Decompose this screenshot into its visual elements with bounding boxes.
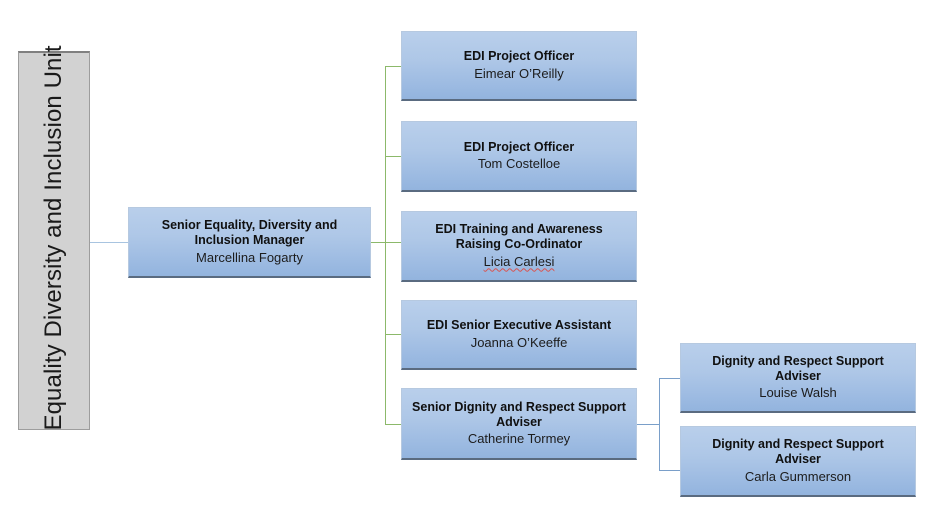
node-manager[interactable]: Senior Equality, Diversity and Inclusion… [128,207,371,278]
node-report-3-person: Licia Carlesi [483,253,555,269]
node-report-1[interactable]: EDI Project Officer Eimear O’Reilly [401,31,637,101]
unit-title-bar[interactable]: Equality Diversity and Inclusion Unit [18,45,90,431]
connector-green-trunk [385,66,386,424]
connector-green-stub-1 [385,66,402,67]
node-report-1-title: EDI Project Officer [463,49,575,64]
unit-title-label: Equality Diversity and Inclusion Unit [40,45,68,431]
node-report-1-person: Eimear O’Reilly [474,65,564,81]
connector-unit-to-manager [90,242,128,243]
node-sub-report-1-person: Louise Walsh [759,385,837,401]
node-report-5-person: Catherine Tormey [467,431,571,447]
node-report-2-person: Tom Costelloe [477,156,561,171]
connector-manager-stub [371,242,386,243]
connector-adviser-stub [637,424,660,425]
node-manager-person: Marcellina Fogarty [196,249,303,265]
connector-blue-trunk [659,378,660,470]
node-report-4-person: Joanna O’Keeffe [470,334,568,350]
node-report-5[interactable]: Senior Dignity and Respect Support Advis… [401,388,637,460]
node-report-3-title: EDI Training and Awareness Raising Co-Or… [435,222,603,252]
node-report-4[interactable]: EDI Senior Executive Assistant Joanna O’… [401,300,637,370]
connector-blue-stub-2 [659,470,681,471]
node-report-3[interactable]: EDI Training and Awareness Raising Co-Or… [401,211,637,282]
connector-blue-stub-1 [659,378,681,379]
node-sub-report-2[interactable]: Dignity and Respect Support Adviser Carl… [680,426,916,497]
node-report-2[interactable]: EDI Project Officer Tom Costelloe [401,121,637,192]
node-report-4-title: EDI Senior Executive Assistant [426,318,612,333]
node-sub-report-1[interactable]: Dignity and Respect Support Adviser Loui… [680,343,916,413]
connector-green-stub-4 [385,334,402,335]
connector-green-stub-5 [385,424,402,425]
node-sub-report-2-title: Dignity and Respect Support Adviser [712,437,884,467]
connector-green-stub-3 [385,242,402,243]
node-report-2-title: EDI Project Officer [463,139,575,154]
node-sub-report-2-person: Carla Gummerson [744,468,852,484]
node-sub-report-1-title: Dignity and Respect Support Adviser [712,353,884,383]
node-manager-title: Senior Equality, Diversity and Inclusion… [161,218,338,248]
org-chart-canvas: Equality Diversity and Inclusion Unit Se… [0,0,940,530]
connector-green-stub-2 [385,156,402,157]
node-report-5-title: Senior Dignity and Respect Support Advis… [412,399,626,429]
